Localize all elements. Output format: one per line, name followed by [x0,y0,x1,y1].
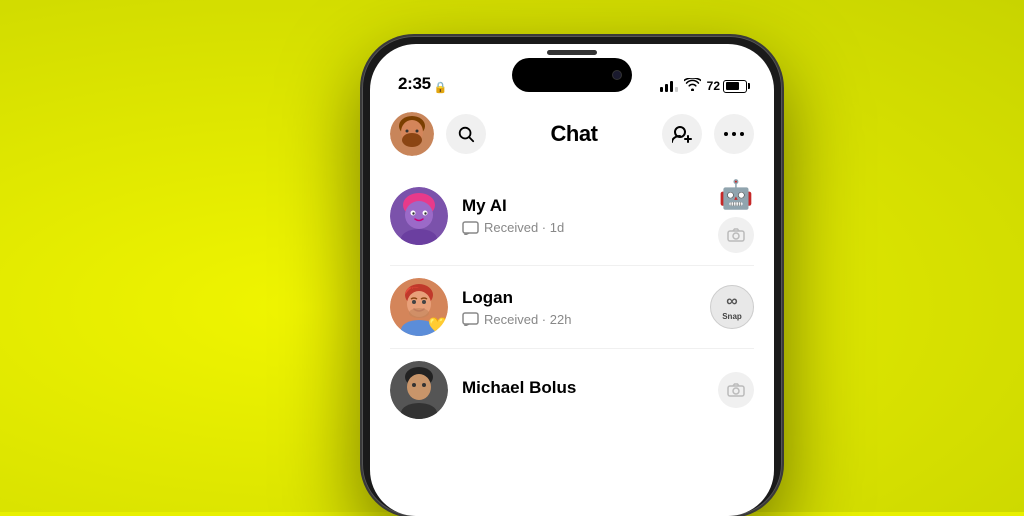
camera-button-michael[interactable] [718,372,754,408]
front-camera [612,70,622,80]
status-icons: 72 [660,78,750,94]
camera-button-ai[interactable] [718,217,754,253]
logan-info: Logan Received · 22h [462,288,696,327]
chat-header: Chat [370,102,774,166]
chat-list: My AI Received · 1d 🤖 [370,166,774,516]
michael-actions [718,372,754,408]
michael-info: Michael Bolus [462,378,704,402]
camera-icon [727,228,745,242]
snap-label: Snap [722,312,742,321]
infinity-icon: ∞ [726,294,737,310]
logan-status-text: Received · 22h [484,312,571,327]
logan-status: Received · 22h [462,312,696,327]
more-options-button[interactable] [714,114,754,154]
scene: 2:35 🔒 [0,0,1024,512]
dynamic-island [512,58,632,92]
logan-name: Logan [462,288,696,308]
phone-shell: 2:35 🔒 [362,36,782,516]
snap-button-logan[interactable]: ∞ Snap [710,285,754,329]
logan-avatar: 💛 [390,278,448,336]
add-friend-button[interactable] [662,114,702,154]
my-ai-status: Received · 1d [462,220,704,235]
my-ai-avatar [390,187,448,245]
page-title: Chat [498,121,650,147]
michael-avatar [390,361,448,419]
phone-screen: 2:35 🔒 [370,44,774,516]
message-icon [462,221,479,235]
chat-item-logan[interactable]: 💛 Logan Received · 22h [370,266,774,348]
my-ai-info: My AI Received · 1d [462,196,704,235]
search-button[interactable] [446,114,486,154]
message-icon-logan [462,312,479,326]
my-ai-actions: 🤖 [718,178,754,253]
chat-item-my-ai[interactable]: My AI Received · 1d 🤖 [370,166,774,265]
battery-percent: 72 [707,79,720,93]
battery-icon: 72 [707,79,750,93]
chat-item-michael[interactable]: Michael Bolus [370,349,774,431]
search-icon [457,125,475,143]
user-avatar[interactable] [390,112,434,156]
status-time: 2:35 [398,74,431,94]
wifi-icon [684,78,701,94]
logan-actions: ∞ Snap [710,285,754,329]
michael-name: Michael Bolus [462,378,704,398]
camera-icon-michael [727,383,745,397]
add-friend-icon [672,125,692,143]
heart-badge: 💛 [428,316,448,336]
my-ai-status-text: Received · 1d [484,220,564,235]
robot-icon: 🤖 [719,178,754,211]
lock-icon: 🔒 [434,81,448,94]
my-ai-name: My AI [462,196,704,216]
more-icon [724,131,744,137]
signal-icon [660,81,678,92]
